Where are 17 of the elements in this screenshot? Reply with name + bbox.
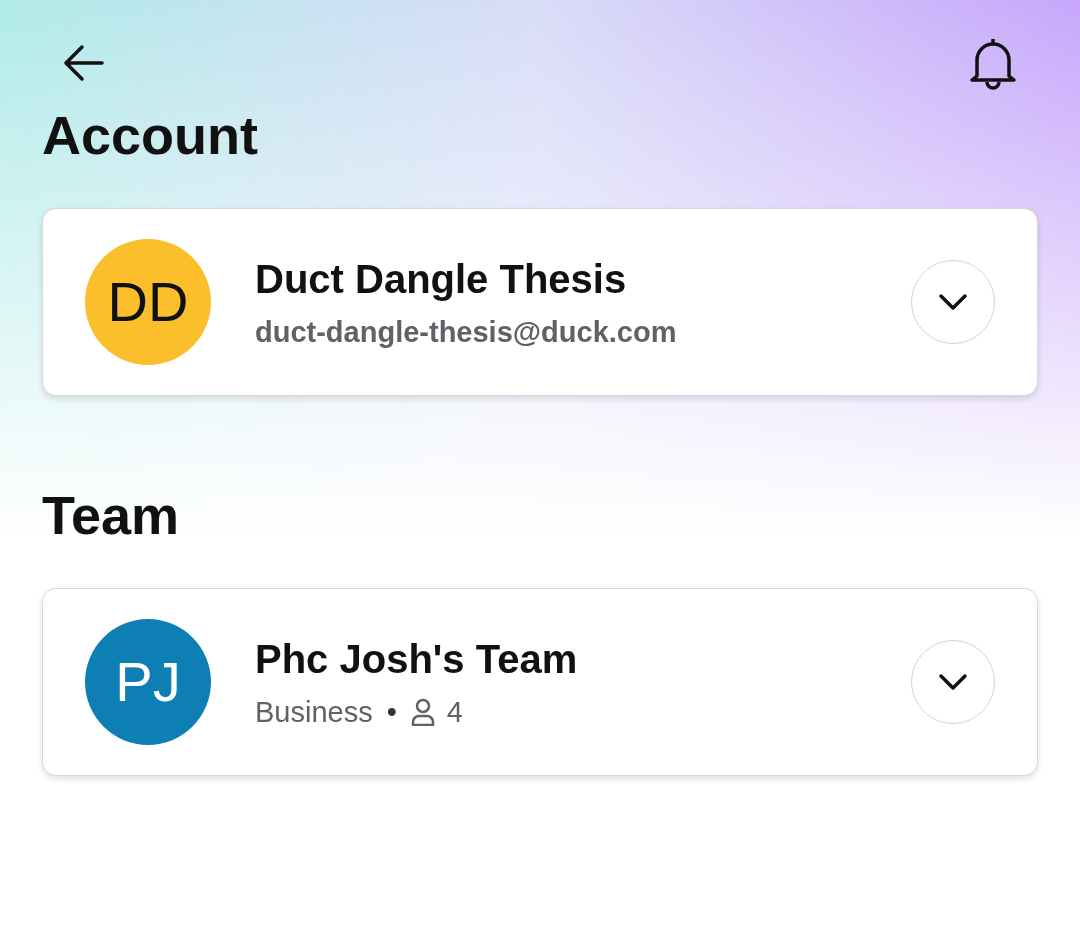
chevron-down-icon [938, 293, 968, 311]
avatar: PJ [85, 619, 211, 745]
account-card[interactable]: DD Duct Dangle Thesis duct-dangle-thesis@duck.com [42, 208, 1038, 396]
separator-dot: • [386, 694, 397, 730]
back-arrow-icon[interactable] [62, 43, 106, 83]
person-icon [410, 698, 435, 726]
team-card[interactable]: PJ Phc Josh's Team Business • 4 [42, 588, 1038, 776]
plan-label: Business [255, 694, 373, 730]
account-name: Duct Dangle Thesis [255, 255, 628, 303]
chevron-down-icon [938, 673, 968, 691]
account-email: duct-dangle-thesis@duck.com [255, 314, 677, 350]
team-name: Phc Josh's Team [255, 635, 579, 683]
section-heading: Account [42, 108, 259, 162]
bell-icon[interactable] [968, 36, 1018, 90]
member-count: 4 [446, 694, 463, 730]
avatar: DD [85, 239, 211, 365]
section-heading: Team [42, 488, 181, 542]
